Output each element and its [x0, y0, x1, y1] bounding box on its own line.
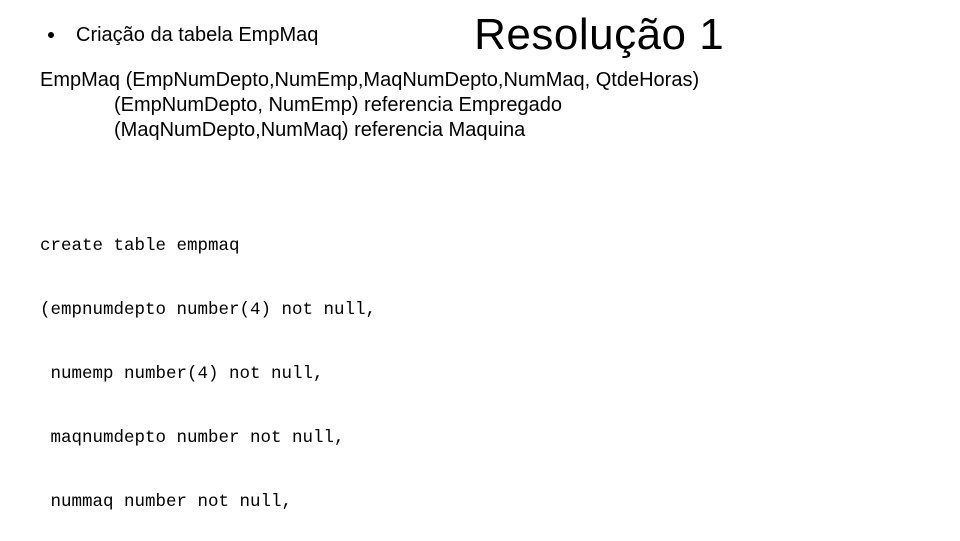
slide-page: Criação da tabela EmpMaq Resolução 1 Emp… [0, 0, 960, 541]
schema-line-2: (EmpNumDepto, NumEmp) referencia Emprega… [40, 93, 920, 118]
schema-line-3: (MaqNumDepto,NumMaq) referencia Maquina [40, 118, 920, 143]
page-title: Resolução 1 [278, 10, 920, 60]
code-line: maqnumdepto number not null, [40, 428, 920, 449]
schema-block: EmpMaq (EmpNumDepto,NumEmp,MaqNumDepto,N… [40, 68, 920, 143]
code-line: (empnumdepto number(4) not null, [40, 300, 920, 321]
bullet-item: Criação da tabela EmpMaq [40, 24, 318, 46]
code-line: create table empmaq [40, 236, 920, 257]
code-line: nummaq number not null, [40, 492, 920, 513]
code-line: numemp number(4) not null, [40, 364, 920, 385]
sql-code-block: create table empmaq (empnumdepto number(… [40, 193, 920, 541]
title-row: Criação da tabela EmpMaq Resolução 1 [40, 10, 920, 60]
schema-line-1: EmpMaq (EmpNumDepto,NumEmp,MaqNumDepto,N… [40, 68, 920, 93]
bullet-dot-icon [48, 32, 54, 38]
